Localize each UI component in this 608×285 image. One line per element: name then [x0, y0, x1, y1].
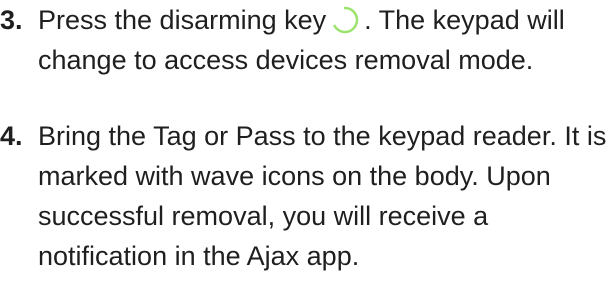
- instruction-steps: 3. Press the disarming key. The keypad w…: [0, 0, 608, 276]
- step-text-before-icon: Press the disarming key: [38, 5, 327, 35]
- step-text: Press the disarming key. The keypad will…: [38, 0, 608, 80]
- step-number: 4.: [0, 121, 23, 151]
- step-text: Bring the Tag or Pass to the keypad read…: [38, 121, 607, 271]
- step-number: 3.: [0, 5, 23, 35]
- step-3: 3. Press the disarming key. The keypad w…: [0, 0, 608, 80]
- step-4: 4. Bring the Tag or Pass to the keypad r…: [0, 116, 608, 276]
- disarm-ring-icon: [330, 5, 360, 35]
